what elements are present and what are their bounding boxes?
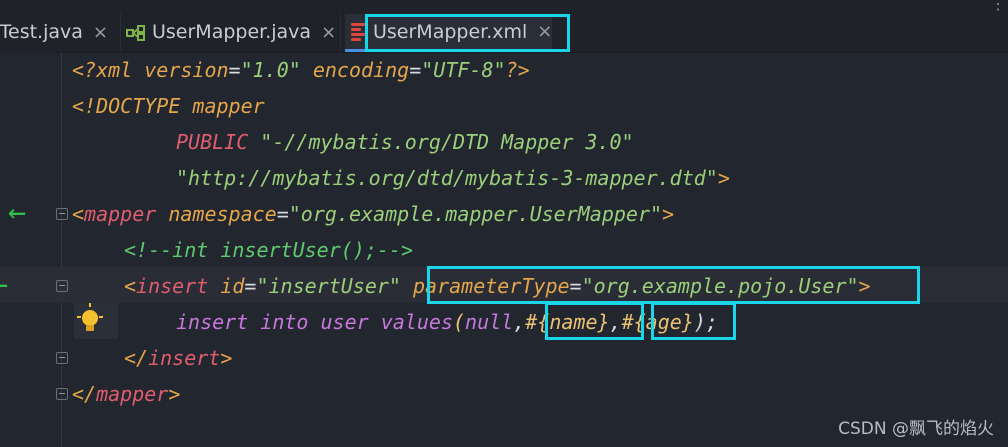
editor-tab-bar: oTest.java × UserMapper.java × UserMappe… <box>0 0 1008 53</box>
close-icon[interactable]: × <box>537 21 552 42</box>
tab-label: UserMapper.xml <box>373 20 528 43</box>
tab-separator <box>120 14 121 50</box>
java-interface-icon <box>126 24 146 41</box>
tab-label: oTest.java <box>0 21 83 43</box>
tab-label: UserMapper.java <box>152 21 312 43</box>
code-line-10: </mapper> <box>72 382 181 406</box>
fold-toggle-icon[interactable] <box>56 280 68 292</box>
tab-usermapper-xml[interactable]: UserMapper.xml × <box>345 14 553 52</box>
code-editor[interactable]: ← ← <?xml version="1.0" encoding="UTF-8"… <box>0 52 1008 447</box>
code-line-1: <?xml version="1.0" encoding="UTF-8"?> <box>72 58 530 82</box>
code-line-6: <!--int insertUser();--> <box>124 238 413 262</box>
code-line-9: </insert> <box>124 346 233 370</box>
fold-toggle-icon[interactable] <box>56 388 68 400</box>
fold-toggle-icon[interactable] <box>56 352 68 364</box>
xml-file-icon <box>351 22 369 42</box>
gutter <box>0 52 56 447</box>
watermark: CSDN @飘飞的焰火 <box>838 419 994 439</box>
close-icon[interactable]: × <box>93 22 108 43</box>
fold-toggle-icon[interactable] <box>56 208 68 220</box>
lightbulb-icon[interactable] <box>77 303 103 335</box>
tab-test-java[interactable]: oTest.java × <box>0 14 108 50</box>
code-line-2: <!DOCTYPE mapper <box>72 94 265 118</box>
tab-usermapper-java[interactable]: UserMapper.java × <box>126 14 336 50</box>
more-options-icon[interactable]: ⋮ <box>990 0 1006 13</box>
arrow-left-icon[interactable]: ← <box>0 267 8 303</box>
code-line-4: "http://mybatis.org/dtd/mybatis-3-mapper… <box>176 166 730 190</box>
code-line-5: <mapper namespace="org.example.mapper.Us… <box>72 202 675 226</box>
code-line-8: insert into user values(null,#{name},#{a… <box>176 310 718 334</box>
tab-separator <box>340 14 341 50</box>
code-line-7: <insert id="insertUser" parameterType="o… <box>124 274 871 298</box>
close-icon[interactable]: × <box>321 22 336 43</box>
code-line-3: PUBLIC "-//mybatis.org/DTD Mapper 3.0" <box>176 130 634 154</box>
arrow-left-icon[interactable]: ← <box>8 195 26 231</box>
